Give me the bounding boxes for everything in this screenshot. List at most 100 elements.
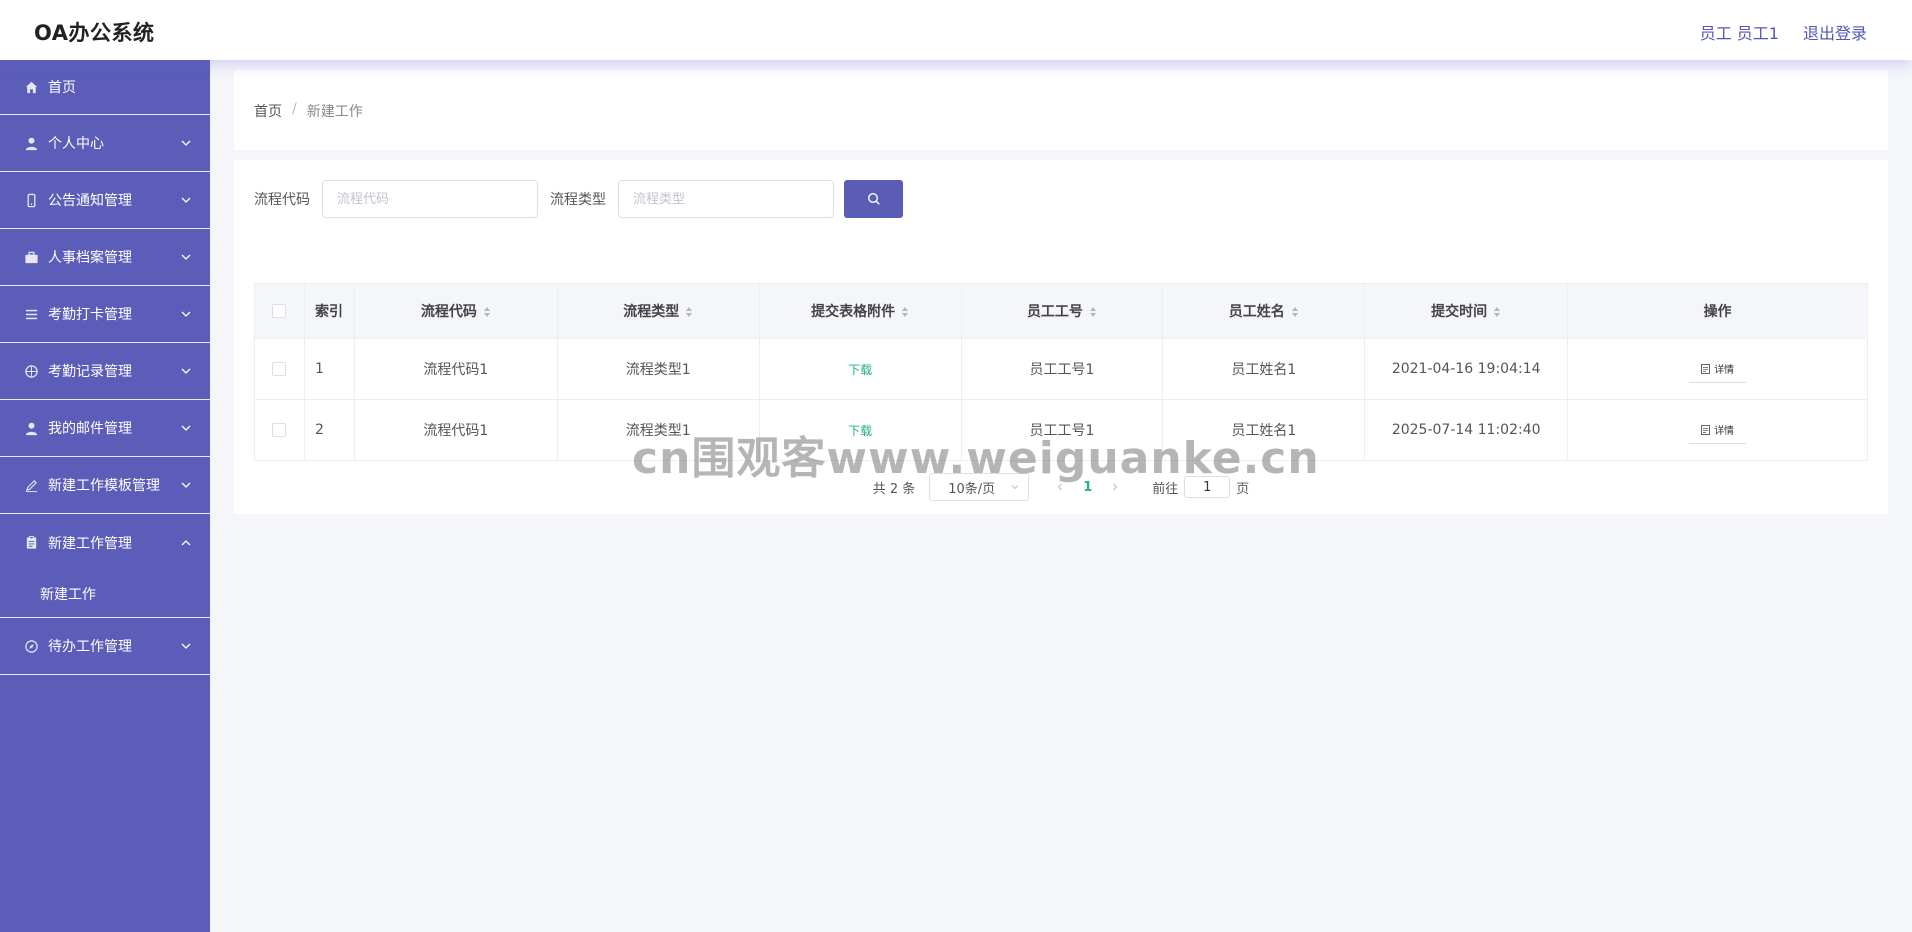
sidebar-item-attendance-clockin[interactable]: 考勤打卡管理 — [0, 286, 210, 343]
column-header-label: 员工姓名 — [1228, 304, 1285, 320]
breadcrumb-home[interactable]: 首页 — [254, 101, 282, 121]
breadcrumb-current: 新建工作 — [306, 104, 363, 120]
sidebar-item-label: 我的邮件管理 — [48, 421, 132, 437]
briefcase-icon — [23, 249, 39, 265]
edit-outline-icon — [23, 477, 39, 493]
sidebar-item-label: 考勤打卡管理 — [48, 307, 132, 323]
sidebar-item-label: 新建工作模板管理 — [48, 478, 160, 494]
chevron-down-icon — [181, 482, 191, 488]
search-button[interactable] — [844, 180, 903, 218]
chevron-up-icon — [181, 539, 191, 545]
cell-actions: 详情 — [1567, 338, 1868, 400]
detail-button[interactable]: 详情 — [1689, 416, 1747, 444]
sidebar-item-my-mail[interactable]: 我的邮件管理 — [0, 400, 210, 457]
sort-icon[interactable] — [685, 306, 693, 318]
chevron-down-icon — [181, 140, 191, 146]
column-header-code[interactable]: 流程代码 — [354, 283, 558, 339]
column-header-label: 提交表格附件 — [811, 304, 896, 320]
breadcrumb: 首页 / 新建工作 — [254, 101, 363, 121]
table-row: 1 流程代码1 流程类型1 下载 员工工号1 员工姓名1 2021-04-16 … — [254, 338, 1868, 400]
cell-code: 流程代码1 — [354, 338, 558, 400]
column-header-emp-no[interactable]: 员工工号 — [961, 283, 1164, 339]
logout-link[interactable]: 退出登录 — [1803, 20, 1867, 44]
sort-icon[interactable] — [1493, 306, 1501, 318]
sidebar-item-label: 新建工作管理 — [48, 535, 132, 552]
row-select-cell — [254, 338, 305, 400]
basketball-icon — [23, 363, 39, 379]
chevron-down-icon — [181, 311, 191, 317]
search-form: 流程代码 流程类型 — [254, 180, 903, 218]
row-select-cell — [254, 399, 305, 461]
user-icon — [23, 135, 39, 151]
column-header-label: 流程类型 — [623, 304, 680, 320]
sidebar-item-new-work-management[interactable]: 新建工作管理 — [0, 514, 210, 571]
sort-icon[interactable] — [1089, 306, 1097, 318]
list-icon — [23, 306, 39, 322]
sidebar-subitem-label: 新建工作 — [40, 587, 96, 603]
mobile-icon — [23, 192, 39, 208]
clipboard-icon — [23, 535, 39, 551]
sidebar-item-personal-center[interactable]: 个人中心 — [0, 115, 210, 172]
sidebar-item-work-templates[interactable]: 新建工作模板管理 — [0, 457, 210, 514]
select-all-checkbox[interactable] — [272, 304, 287, 318]
chevron-down-icon — [181, 643, 191, 649]
process-type-label: 流程类型 — [550, 192, 606, 208]
current-user-label[interactable]: 员工 员工1 — [1700, 20, 1779, 44]
select-all-cell — [254, 283, 305, 339]
cell-time: 2025-07-14 11:02:40 — [1364, 399, 1569, 461]
column-header-actions: 操作 — [1567, 283, 1868, 339]
cell-type: 流程类型1 — [557, 338, 760, 400]
row-checkbox[interactable] — [272, 362, 287, 376]
column-header-index: 索引 — [304, 283, 355, 339]
column-header-type[interactable]: 流程类型 — [557, 283, 760, 339]
chevron-down-icon — [181, 368, 191, 374]
home-icon — [23, 79, 39, 95]
row-checkbox[interactable] — [272, 423, 287, 437]
cell-index: 2 — [304, 399, 355, 461]
sidebar-subitem-new-work[interactable]: 新建工作 — [0, 571, 210, 618]
process-code-label: 流程代码 — [254, 192, 310, 208]
sidebar-item-hr-archives[interactable]: 人事档案管理 — [0, 229, 210, 286]
watermark: cn围观客www.weiguanke.cn — [632, 433, 1320, 484]
cell-attachment: 下载 — [759, 338, 962, 400]
column-header-label: 流程代码 — [420, 304, 477, 320]
column-header-time[interactable]: 提交时间 — [1364, 283, 1569, 339]
sidebar-item-home[interactable]: 首页 — [0, 60, 210, 115]
sort-icon[interactable] — [901, 306, 909, 318]
app-title: OA办公系统 — [34, 21, 155, 45]
breadcrumb-separator: / — [292, 101, 297, 117]
document-icon — [1701, 424, 1711, 435]
user-solid-icon — [23, 420, 39, 436]
compass-icon — [23, 638, 39, 654]
sort-icon[interactable] — [483, 306, 491, 318]
download-link[interactable]: 下载 — [848, 363, 872, 377]
chevron-down-icon — [181, 197, 191, 203]
chevron-down-icon — [181, 254, 191, 260]
sidebar: 首页 个人中心 公告通知管理 人事档案管理 考勤打卡管理 考勤记录管理 我的邮件… — [0, 60, 210, 932]
cell-index: 1 — [304, 338, 355, 400]
breadcrumb-card: 首页 / 新建工作 — [234, 70, 1888, 150]
user-area: 员工 员工1 退出登录 — [1700, 20, 1867, 44]
cell-emp-name: 员工姓名1 — [1162, 338, 1366, 400]
process-type-input[interactable] — [618, 180, 834, 218]
sort-icon[interactable] — [1291, 306, 1299, 318]
sidebar-item-announcements[interactable]: 公告通知管理 — [0, 172, 210, 229]
column-header-label: 提交时间 — [1431, 304, 1488, 320]
column-header-label: 员工工号 — [1026, 304, 1083, 320]
top-header: OA办公系统 员工 员工1 退出登录 — [0, 0, 1912, 60]
sidebar-item-label: 人事档案管理 — [48, 250, 132, 266]
column-header-emp-name[interactable]: 员工姓名 — [1162, 283, 1366, 339]
sidebar-item-label: 公告通知管理 — [48, 193, 132, 209]
document-icon — [1701, 363, 1711, 374]
table-header-row: 索引 流程代码 流程类型 提交表格附件 员工工号 员工姓名 提交时间 操作 — [254, 283, 1868, 339]
sidebar-item-attendance-records[interactable]: 考勤记录管理 — [0, 343, 210, 400]
column-header-attachment[interactable]: 提交表格附件 — [759, 283, 962, 339]
sidebar-item-label: 首页 — [48, 80, 76, 96]
process-code-input[interactable] — [322, 180, 538, 218]
sidebar-item-label: 个人中心 — [48, 136, 104, 152]
detail-label: 详情 — [1714, 426, 1735, 437]
sidebar-item-label: 待办工作管理 — [48, 639, 132, 655]
chevron-down-icon — [181, 425, 191, 431]
detail-button[interactable]: 详情 — [1689, 355, 1747, 383]
sidebar-item-todo-work[interactable]: 待办工作管理 — [0, 618, 210, 675]
